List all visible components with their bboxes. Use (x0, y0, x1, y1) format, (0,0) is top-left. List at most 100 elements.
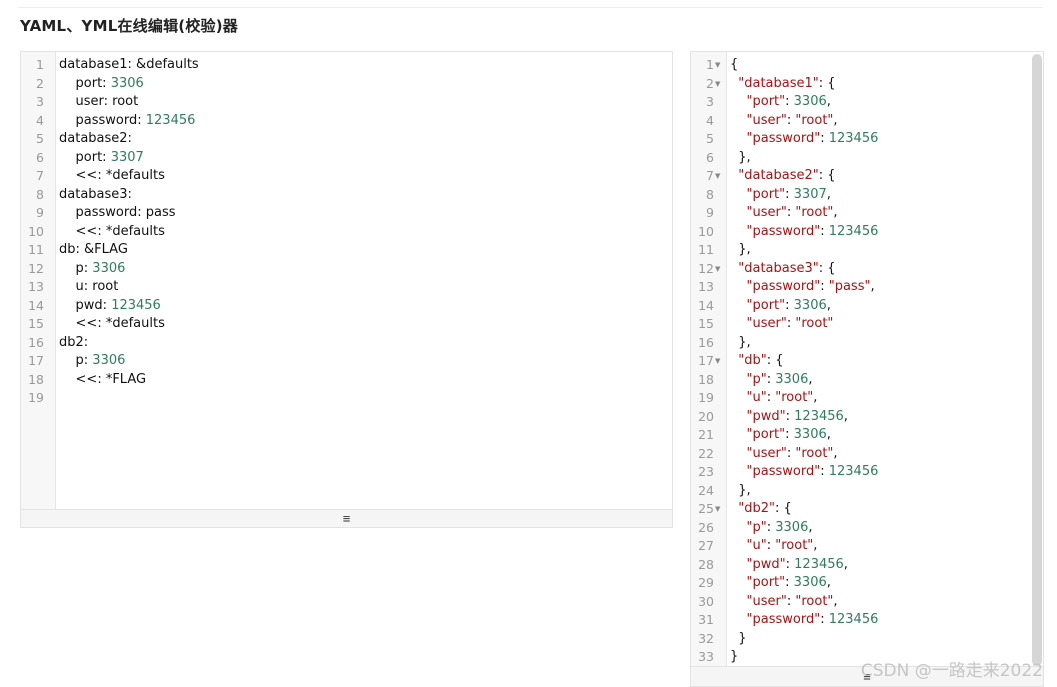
yaml-code-line[interactable]: 12 p: 3306 (28, 260, 672, 279)
json-code-line[interactable]: 11 }, (698, 241, 1031, 260)
yaml-code-line[interactable]: 2 port: 3306 (36, 75, 672, 94)
fold-arrow-icon[interactable]: ▼ (715, 260, 720, 279)
yaml-code-line[interactable]: 19 (28, 389, 672, 408)
json-line-text: } (727, 631, 746, 646)
json-vertical-scrollbar[interactable] (1032, 54, 1042, 666)
yaml-code-line[interactable]: 15 <<: *defaults (28, 315, 672, 334)
line-number: 11 (28, 242, 44, 257)
line-number: 32 (698, 630, 714, 646)
json-code-line[interactable]: 20 "pwd": 123456, (698, 408, 1031, 427)
json-code-line[interactable]: 16 }, (698, 334, 1031, 353)
line-number: 7 (706, 168, 714, 183)
yaml-editor[interactable]: 1 database1: &defaults 2 port: 3306 3 user:… (20, 51, 673, 528)
json-code-line[interactable]: 8 "port": 3307, (706, 186, 1031, 205)
json-code-line[interactable]: 13 "password": "pass", (698, 278, 1031, 297)
fold-arrow-icon[interactable]: ▼ (715, 56, 720, 75)
number-token: 123456 (111, 297, 161, 313)
json-code-line[interactable]: 10 "password": 123456 (698, 223, 1031, 242)
text-token: , (808, 519, 813, 535)
json-code-line[interactable]: 21 "port": 3306, (698, 426, 1031, 445)
number-token: 3306 (793, 94, 827, 109)
yaml-code-line[interactable]: 7 <<: *defaults (36, 167, 672, 186)
json-code-line[interactable]: 9 "user": "root", (706, 204, 1031, 223)
yaml-code-line[interactable]: 9 password: pass (36, 204, 672, 223)
json-code-line[interactable]: 2 ▼ "database1": { (706, 75, 1031, 94)
json-code-line[interactable]: 27 "u": "root", (698, 537, 1031, 556)
resize-handle-icon[interactable]: ≡ (343, 511, 351, 526)
text-token: database2: (59, 131, 132, 146)
json-line-text: "password": 123456 (727, 464, 879, 479)
json-code-line[interactable]: 17 ▼ "db": { (698, 352, 1031, 371)
json-code-line[interactable]: 28 "pwd": 123456, (698, 556, 1031, 575)
json-code-line[interactable]: 32 } (698, 630, 1031, 649)
text-token: : (820, 131, 829, 146)
yaml-code-line[interactable]: 6 port: 3307 (36, 149, 672, 168)
line-number: 10 (698, 223, 714, 239)
line-number: 19 (28, 390, 44, 405)
json-code-line[interactable]: 29 "port": 3306, (698, 574, 1031, 593)
json-line-text: "p": 3306, (727, 372, 813, 387)
yaml-code-line[interactable]: 8 database3: (36, 186, 672, 205)
yaml-code-line[interactable]: 11 db: &FLAG (28, 241, 672, 260)
json-code-line[interactable]: 24 }, (698, 482, 1031, 501)
yaml-code-line[interactable]: 14 pwd: 123456 (28, 297, 672, 316)
json-code-line[interactable]: 26 "p": 3306, (698, 519, 1031, 538)
yaml-code-line[interactable]: 1 database1: &defaults (36, 56, 672, 75)
json-code-line[interactable]: 1 ▼ { (706, 56, 1031, 75)
yaml-code-line[interactable]: 16 db2: (28, 334, 672, 353)
json-code-line[interactable]: 5 "password": 123456 (706, 130, 1031, 149)
json-code-line[interactable]: 12 ▼ "database3": { (698, 260, 1031, 279)
line-number: 27 (698, 538, 714, 553)
text-token: <<: *defaults (59, 168, 165, 183)
json-line-text: }, (727, 242, 750, 257)
fold-arrow-icon[interactable]: ▼ (715, 167, 720, 186)
yaml-code-area[interactable]: 1 database1: &defaults 2 port: 3306 3 user:… (28, 56, 672, 408)
fold-arrow-icon[interactable]: ▼ (715, 500, 720, 519)
line-number: 31 (698, 612, 714, 627)
line-number: 28 (698, 556, 714, 572)
json-code-line[interactable]: 7 ▼ "database2": { (706, 167, 1031, 186)
json-output-editor[interactable]: 1 ▼{2 ▼ "database1": {3 "port": 3306, 4 "us… (690, 51, 1044, 687)
key-token: "password" (746, 612, 821, 627)
json-code-line[interactable]: 23 "password": 123456 (698, 463, 1031, 482)
line-number: 5 (36, 131, 44, 146)
line-number: 16 (698, 334, 714, 350)
yaml-code-line[interactable]: 4 password: 123456 (36, 112, 672, 131)
line-number: 12 (698, 260, 714, 276)
yaml-code-line[interactable]: 10 <<: *defaults (28, 223, 672, 242)
json-code-line[interactable]: 22 "user": "root", (698, 445, 1031, 464)
yaml-code-line[interactable]: 5 database2: (36, 130, 672, 149)
key-token: "port" (746, 427, 786, 442)
yaml-code-line[interactable]: 18 <<: *FLAG (28, 371, 672, 390)
line-number: 13 (28, 279, 44, 294)
json-code-line[interactable]: 30 "user": "root", (698, 593, 1031, 612)
json-code-area[interactable]: 1 ▼{2 ▼ "database1": {3 "port": 3306, 4 "us… (698, 56, 1031, 667)
yaml-code-line[interactable]: 13 u: root (28, 278, 672, 297)
json-code-line[interactable]: 4 "user": "root", (706, 112, 1031, 131)
json-code-line[interactable]: 3 "port": 3306, (706, 93, 1031, 112)
json-code-line[interactable]: 19 "u": "root", (698, 389, 1031, 408)
yaml-resize-handle[interactable]: ≡ (21, 509, 672, 527)
yaml-code-line[interactable]: 3 user: root (36, 93, 672, 112)
json-code-line[interactable]: 15 "user": "root" (698, 315, 1031, 334)
key-token: "user" (746, 445, 787, 461)
json-code-line[interactable]: 6 }, (706, 149, 1031, 168)
yaml-line-text: pwd: 123456 (56, 298, 161, 313)
line-number: 17 (698, 353, 714, 368)
fold-arrow-icon[interactable]: ▼ (715, 75, 720, 94)
line-number: 19 (698, 390, 714, 405)
text-token: user: root (59, 94, 139, 109)
json-code-line[interactable]: 31 "password": 123456 (698, 611, 1031, 630)
json-code-line[interactable]: 14 "port": 3306, (698, 297, 1031, 316)
fold-arrow-icon[interactable]: ▼ (715, 352, 720, 371)
text-token: , (833, 445, 838, 461)
yaml-code-line[interactable]: 17 p: 3306 (28, 352, 672, 371)
line-number: 12 (28, 260, 44, 276)
json-code-line[interactable]: 18 "p": 3306, (698, 371, 1031, 390)
line-number: 8 (36, 186, 44, 202)
text-token: , (813, 538, 818, 553)
json-code-line[interactable]: 25 ▼ "db2": { (698, 500, 1031, 519)
